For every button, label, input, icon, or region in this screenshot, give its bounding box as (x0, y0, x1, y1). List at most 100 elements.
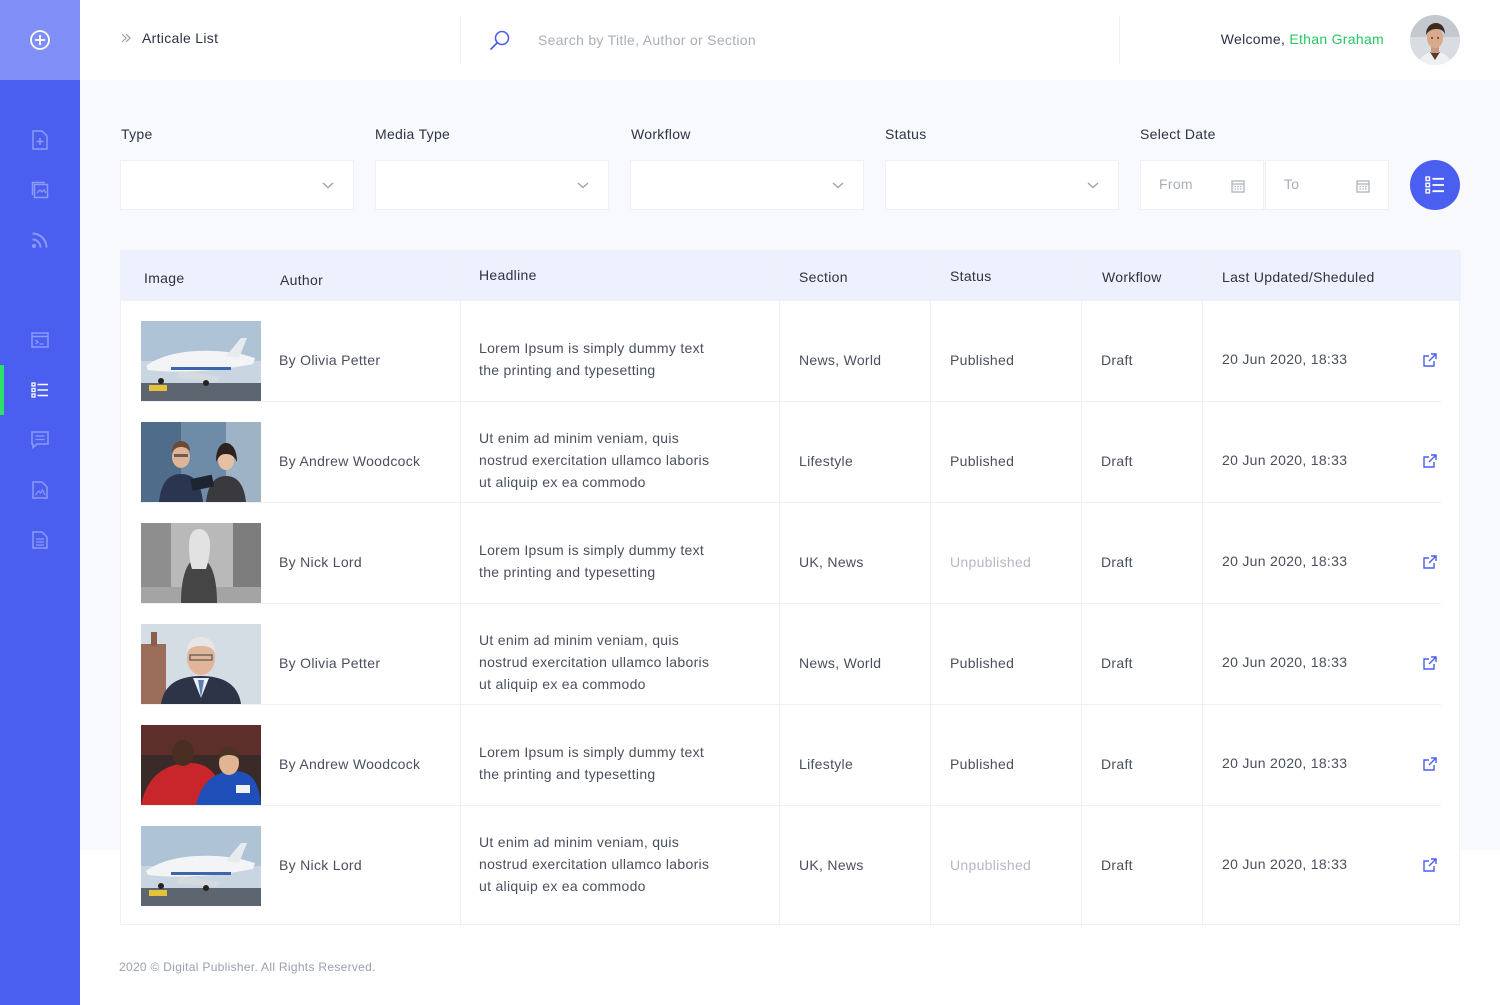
status-text: Published (950, 655, 1015, 671)
sidebar-item-new-article[interactable] (0, 115, 80, 165)
column-header-last-updated[interactable]: Last Updated/Sheduled (1222, 269, 1375, 285)
breadcrumb: Articale List (120, 30, 218, 46)
top-header: Articale List Welcome, Ethan Graham (80, 0, 1500, 80)
table-row[interactable]: By Olivia Petter Ut enim ad minim veniam… (121, 604, 1461, 705)
type-select[interactable] (120, 160, 354, 210)
sidebar (0, 0, 80, 1005)
column-header-section[interactable]: Section (799, 269, 848, 285)
sidebar-item-terminal[interactable] (0, 315, 80, 365)
status-select[interactable] (885, 160, 1119, 210)
last-updated-text: 20 Jun 2020, 18:33 (1222, 351, 1348, 367)
headline-line: Lorem Ipsum is simply dummy text (479, 340, 705, 356)
section-text: UK, News (799, 857, 864, 873)
table-row[interactable]: By Nick Lord Lorem Ipsum is simply dummy… (121, 503, 1461, 604)
status-text: Published (950, 352, 1015, 368)
headline-line: the printing and typesetting (479, 362, 656, 378)
media-type-filter-label: Media Type (375, 126, 451, 142)
date-from-input[interactable] (1159, 176, 1229, 192)
type-filter-label: Type (121, 126, 153, 142)
article-thumbnail-airplane[interactable] (141, 826, 261, 906)
terminal-icon (31, 332, 49, 348)
author-name: By Andrew Woodcock (279, 453, 421, 469)
headline-text[interactable]: Ut enim ad minim veniam, quis nostrud ex… (479, 427, 709, 493)
author-name: By Olivia Petter (279, 352, 381, 368)
image-file-icon (32, 481, 48, 499)
workflow-filter-label: Workflow (631, 126, 691, 142)
headline-text[interactable]: Ut enim ad minim veniam, quis nostrud ex… (479, 629, 709, 695)
table-row[interactable]: By Olivia Petter Lorem Ipsum is simply d… (121, 301, 1461, 402)
table-row[interactable]: By Andrew Woodcock Lorem Ipsum is simply… (121, 705, 1461, 806)
header-divider (460, 16, 461, 64)
media-type-select[interactable] (375, 160, 609, 210)
column-header-workflow[interactable]: Workflow (1102, 269, 1162, 285)
external-link-icon[interactable] (1423, 858, 1437, 872)
external-link-icon[interactable] (1423, 555, 1437, 569)
section-text: Lifestyle (799, 453, 854, 469)
sidebar-item-comments[interactable] (0, 415, 80, 465)
external-link-icon[interactable] (1423, 454, 1437, 468)
gallery-icon (31, 181, 49, 199)
calendar-icon[interactable] (1231, 179, 1245, 193)
workflow-text: Draft (1101, 352, 1133, 368)
external-link-icon[interactable] (1423, 353, 1437, 367)
article-thumbnail-football[interactable] (141, 725, 261, 805)
headline-text[interactable]: Lorem Ipsum is simply dummy text the pri… (479, 539, 704, 583)
sidebar-item-rss[interactable] (0, 215, 80, 265)
date-to-input[interactable] (1284, 176, 1354, 192)
column-header-status[interactable]: Status (950, 268, 992, 284)
date-to-field[interactable] (1265, 160, 1389, 210)
author-name: By Olivia Petter (279, 655, 381, 671)
date-filter-label: Select Date (1140, 126, 1216, 142)
article-thumbnail-older-man[interactable] (141, 624, 261, 704)
external-link-icon[interactable] (1423, 656, 1437, 670)
workflow-text: Draft (1101, 655, 1133, 671)
welcome-message: Welcome, Ethan Graham (1221, 31, 1384, 47)
headline-line: the printing and typesetting (479, 564, 656, 580)
table-row[interactable]: By Nick Lord Ut enim ad minim veniam, qu… (121, 806, 1461, 907)
article-thumbnail-business[interactable] (141, 422, 261, 502)
calendar-icon[interactable] (1356, 179, 1370, 193)
headline-text[interactable]: Lorem Ipsum is simply dummy text the pri… (479, 741, 704, 785)
column-header-image[interactable]: Image (144, 270, 184, 286)
column-header-author[interactable]: Author (280, 272, 323, 288)
headline-line: nostrud exercitation ullamco laboris (479, 654, 710, 670)
external-link-icon[interactable] (1423, 757, 1437, 771)
column-header-headline[interactable]: Headline (479, 267, 537, 283)
footer-copyright: 2020 © Digital Publisher. All Rights Res… (119, 960, 376, 974)
article-thumbnail-airplane[interactable] (141, 321, 261, 401)
headline-line: Ut enim ad minim veniam, quis (479, 834, 680, 850)
sidebar-item-gallery[interactable] (0, 165, 80, 215)
table-row[interactable]: By Andrew Woodcock Ut enim ad minim veni… (121, 402, 1461, 503)
breadcrumb-current[interactable]: Articale List (142, 30, 218, 46)
headline-text[interactable]: Lorem Ipsum is simply dummy text the pri… (479, 337, 704, 381)
headline-line: ut aliquip ex ea commodo (479, 474, 646, 490)
section-text: News, World (799, 655, 882, 671)
add-button[interactable] (0, 0, 80, 80)
search-input[interactable] (538, 26, 1098, 54)
user-name-link[interactable]: Ethan Graham (1289, 31, 1384, 47)
date-from-field[interactable] (1140, 160, 1264, 210)
workflow-select[interactable] (630, 160, 864, 210)
author-name: By Nick Lord (279, 857, 362, 873)
last-updated-text: 20 Jun 2020, 18:33 (1222, 755, 1348, 771)
list-icon (31, 382, 48, 398)
list-view-button[interactable] (1410, 160, 1460, 210)
headline-line: ut aliquip ex ea commodo (479, 676, 646, 692)
comment-icon (31, 431, 49, 449)
avatar[interactable] (1410, 15, 1460, 65)
section-text: Lifestyle (799, 756, 854, 772)
sidebar-item-documents[interactable] (0, 515, 80, 565)
chevron-down-icon (577, 182, 589, 189)
last-updated-text: 20 Jun 2020, 18:33 (1222, 452, 1348, 468)
welcome-prefix: Welcome, (1220, 31, 1286, 47)
article-thumbnail-woman-street[interactable] (141, 523, 261, 603)
headline-text[interactable]: Ut enim ad minim veniam, quis nostrud ex… (479, 831, 709, 897)
search-icon[interactable] (488, 28, 512, 57)
status-text: Unpublished (950, 857, 1032, 873)
last-updated-text: 20 Jun 2020, 18:33 (1222, 856, 1348, 872)
sidebar-item-media[interactable] (0, 465, 80, 515)
author-name: By Nick Lord (279, 554, 362, 570)
sidebar-item-article-list[interactable] (0, 365, 80, 415)
workflow-text: Draft (1101, 857, 1133, 873)
headline-line: Ut enim ad minim veniam, quis (479, 430, 680, 446)
